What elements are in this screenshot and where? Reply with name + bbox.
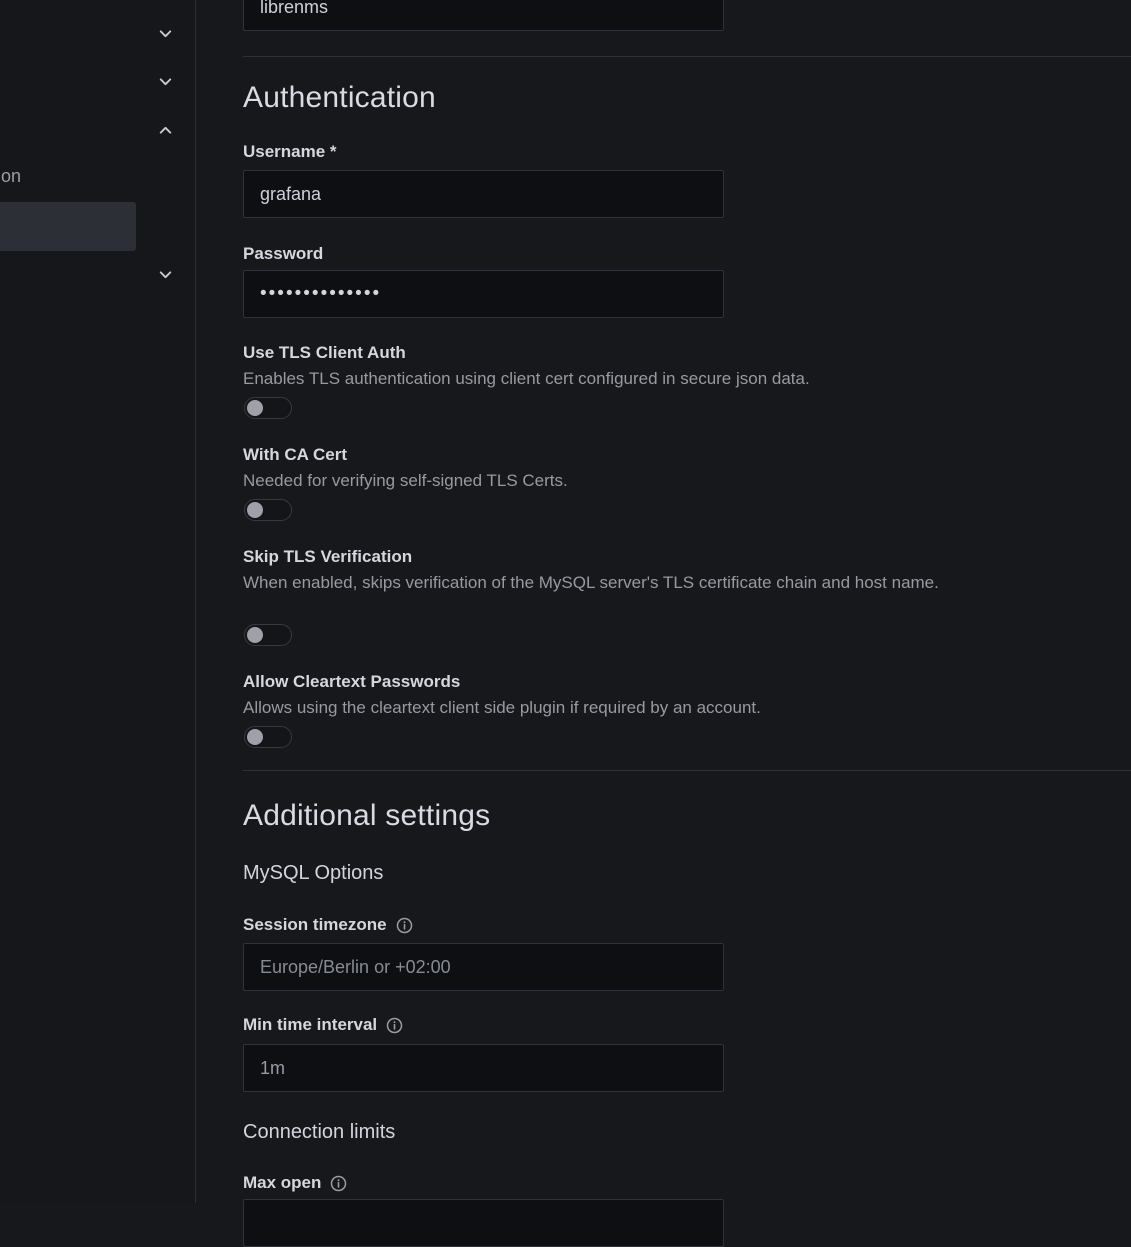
chevron-up-icon[interactable] [157,122,174,139]
allow-cleartext-passwords-toggle[interactable] [244,726,292,748]
with-ca-cert-toggle[interactable] [244,499,292,521]
tls-client-auth-label: Use TLS Client Auth [243,343,406,363]
info-icon[interactable] [396,917,413,934]
mysql-options-heading: MySQL Options [243,861,383,885]
skip-tls-verification-description: When enabled, skips verification of the … [243,572,939,594]
datasource-config-main: Authentication Username * Password Use T… [196,0,1131,1203]
toggle-knob [247,400,263,416]
with-ca-cert-description: Needed for verifying self-signed TLS Cer… [243,470,568,492]
section-divider [243,770,1131,771]
chevron-down-icon[interactable] [157,266,174,283]
tls-client-auth-toggle[interactable] [244,397,292,419]
max-open-label: Max open [243,1173,321,1193]
min-time-interval-label: Min time interval [243,1015,377,1035]
tls-client-auth-description: Enables TLS authentication using client … [243,368,810,390]
mysql-datasource-settings-page: { "colors": { "page_background": "#17181… [0,0,1131,1203]
password-label: Password [243,244,323,264]
authentication-heading: Authentication [243,81,436,115]
min-time-interval-label-row: Min time interval [243,1015,403,1035]
session-timezone-label: Session timezone [243,915,387,935]
info-icon[interactable] [386,1017,403,1034]
info-icon[interactable] [330,1175,347,1192]
max-open-label-row: Max open [243,1173,347,1193]
sidebar-item-label-truncated[interactable]: ion [0,166,21,187]
allow-cleartext-passwords-label: Allow Cleartext Passwords [243,672,460,692]
skip-tls-verification-toggle[interactable] [244,624,292,646]
additional-settings-heading: Additional settings [243,799,490,833]
sidebar-item-active[interactable] [0,202,136,251]
max-open-input[interactable] [243,1199,724,1247]
database-input[interactable] [243,0,724,31]
toggle-knob [247,729,263,745]
connection-limits-heading: Connection limits [243,1120,395,1144]
skip-tls-verification-label: Skip TLS Verification [243,547,412,567]
session-timezone-label-row: Session timezone [243,915,413,935]
toggle-knob [247,502,263,518]
nav-sidebar: ion [0,0,196,1203]
password-input[interactable] [243,270,724,318]
min-time-interval-input[interactable] [243,1044,724,1092]
with-ca-cert-label: With CA Cert [243,445,347,465]
username-input[interactable] [243,170,724,218]
toggle-knob [247,627,263,643]
chevron-down-icon[interactable] [157,73,174,90]
session-timezone-input[interactable] [243,943,724,991]
chevron-down-icon[interactable] [157,25,174,42]
allow-cleartext-passwords-description: Allows using the cleartext client side p… [243,697,761,719]
username-label: Username * [243,142,337,162]
section-divider [243,56,1131,57]
